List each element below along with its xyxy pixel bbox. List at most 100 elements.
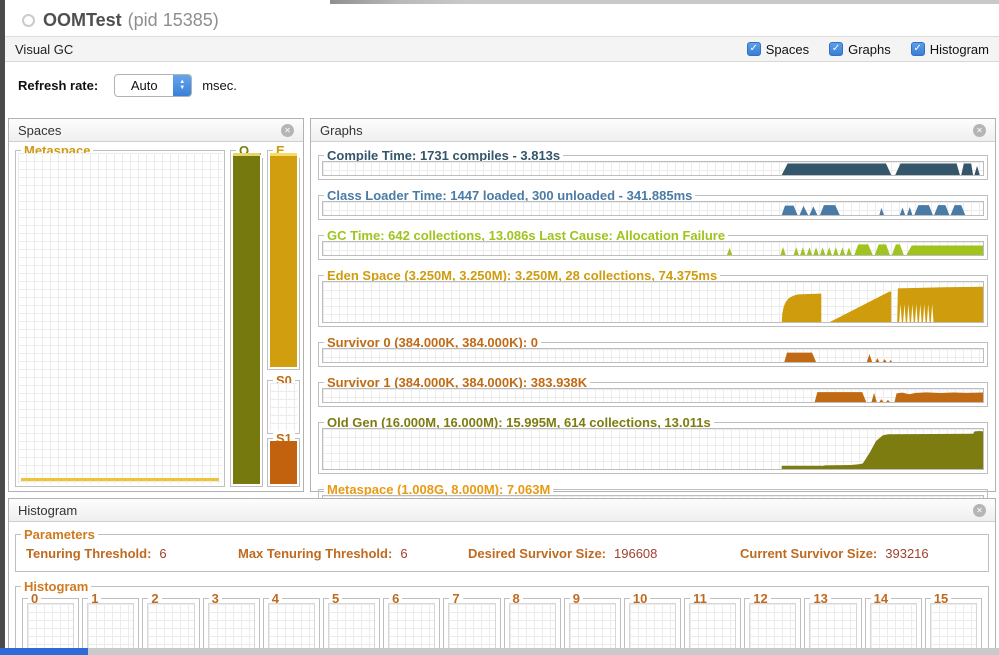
chevron-down-icon: ▼ [179, 85, 185, 91]
histogram-bin-13: 13 [804, 598, 861, 655]
histogram-bin-12: 12 [744, 598, 801, 655]
histogram-bin-9: 9 [564, 598, 621, 655]
spaces-panel: Spaces ✕ Metaspace O… E… S0 [8, 118, 304, 492]
refresh-rate-select[interactable]: Auto ▲ ▼ [114, 74, 192, 97]
process-pid: (pid 15385) [128, 10, 219, 31]
stepper-icon[interactable]: ▲ ▼ [173, 75, 191, 96]
histogram-bin-8: 8 [504, 598, 561, 655]
histogram-bin-5: 5 [323, 598, 380, 655]
survivor0-space-group: S0 [267, 380, 300, 434]
class-loader-graph-group: Class Loader Time: 1447 loaded, 300 unlo… [318, 195, 988, 220]
histogram-panel-title: Histogram [18, 503, 77, 518]
max-tenuring-threshold-param: Max Tenuring Threshold: 6 [238, 546, 468, 561]
tenuring-threshold-value: 6 [159, 546, 166, 561]
histogram-bin-4: 4 [263, 598, 320, 655]
survivor0-space-chart [270, 383, 297, 431]
process-status-icon [22, 14, 35, 27]
checkbox-checked-icon[interactable]: ✓ [829, 42, 843, 56]
old-gen-graph [322, 428, 984, 470]
graphs-panel-header: Graphs ✕ [311, 119, 995, 142]
histogram-bin-0: 0 [22, 598, 79, 655]
parameters-group: Parameters Tenuring Threshold: 6 Max Ten… [15, 534, 989, 572]
eden-space-graph-group: Eden Space (3.250M, 3.250M): 3.250M, 28 … [318, 275, 988, 327]
close-icon[interactable]: ✕ [973, 124, 986, 137]
spaces-checkbox-item[interactable]: ✓ Spaces [747, 42, 809, 57]
close-icon[interactable]: ✕ [973, 504, 986, 517]
histogram-bin-6: 6 [383, 598, 440, 655]
old-space-group: O… [230, 150, 263, 487]
max-tenuring-threshold-label: Max Tenuring Threshold: [238, 546, 392, 561]
survivor0-graph-group: Survivor 0 (384.000K, 384.000K): 0 [318, 342, 988, 367]
tenuring-threshold-param: Tenuring Threshold: 6 [26, 546, 238, 561]
graphs-checkbox-item[interactable]: ✓ Graphs [829, 42, 891, 57]
close-icon[interactable]: ✕ [281, 124, 294, 137]
parameters-group-title: Parameters [21, 527, 98, 542]
class-loader-graph [322, 201, 984, 216]
compile-time-graph [322, 161, 984, 176]
metaspace-space-group: Metaspace [15, 150, 225, 487]
refresh-rate-unit: msec. [202, 78, 237, 93]
visualvm-window: OOMTest (pid 15385) Visual GC ✓ Spaces ✓… [0, 0, 999, 655]
current-survivor-size-label: Current Survivor Size: [740, 546, 877, 561]
view-toggles: ✓ Spaces ✓ Graphs ✓ Histogram [747, 42, 989, 57]
window-left-edge [0, 0, 5, 655]
gc-time-graph [322, 241, 984, 256]
spaces-panel-title: Spaces [18, 123, 61, 138]
graphs-panel: Graphs ✕ Compile Time: 1731 compiles - 3… [310, 118, 996, 492]
spaces-checkbox-label: Spaces [766, 42, 809, 57]
app-title-bar: OOMTest (pid 15385) [5, 6, 219, 34]
checkbox-checked-icon[interactable]: ✓ [747, 42, 761, 56]
max-tenuring-threshold-value: 6 [400, 546, 407, 561]
eden-space-graph [322, 281, 984, 323]
histogram-bin-14: 14 [865, 598, 922, 655]
desired-survivor-size-param: Desired Survivor Size: 196608 [468, 546, 740, 561]
histogram-bin-2: 2 [142, 598, 199, 655]
histogram-checkbox-label: Histogram [930, 42, 989, 57]
gc-time-graph-group: GC Time: 642 collections, 13.086s Last C… [318, 235, 988, 260]
histogram-group: Histogram 0 1 2 3 4 5 6 7 8 9 10 11 12 1… [15, 586, 989, 655]
histogram-bin-7: 7 [443, 598, 500, 655]
bottom-edge-bar [0, 648, 999, 655]
bottom-edge-accent [0, 648, 88, 655]
checkbox-checked-icon[interactable]: ✓ [911, 42, 925, 56]
old-space-bar-top [233, 153, 260, 156]
histogram-bin-1: 1 [82, 598, 139, 655]
survivor0-graph [322, 348, 984, 363]
histogram-content: Parameters Tenuring Threshold: 6 Max Ten… [9, 534, 995, 655]
eden-space-group: E… [267, 150, 300, 370]
refresh-rate-value[interactable]: Auto [115, 75, 173, 96]
metaspace-used-bar [21, 478, 219, 481]
refresh-rate-label: Refresh rate: [18, 78, 98, 93]
histogram-bin-10: 10 [624, 598, 681, 655]
old-space-bar [233, 153, 260, 484]
eden-space-bar [270, 153, 297, 367]
compile-time-graph-group: Compile Time: 1731 compiles - 3.813s [318, 155, 988, 180]
spaces-panel-header: Spaces ✕ [9, 119, 303, 142]
graphs-content: Compile Time: 1731 compiles - 3.813s Cla… [311, 142, 995, 528]
histogram-bin-11: 11 [684, 598, 741, 655]
visualgc-toolbar: Visual GC ✓ Spaces ✓ Graphs ✓ Histogram [5, 36, 999, 62]
parameters-row: Tenuring Threshold: 6 Max Tenuring Thres… [16, 535, 988, 571]
histogram-bins: 0 1 2 3 4 5 6 7 8 9 10 11 12 13 14 15 [16, 587, 988, 655]
window-top-edge [330, 0, 999, 4]
survivor1-space-bar [270, 441, 297, 484]
eden-space-bar-top [270, 153, 297, 156]
tenuring-threshold-label: Tenuring Threshold: [26, 546, 151, 561]
desired-survivor-size-value: 196608 [614, 546, 657, 561]
desired-survivor-size-label: Desired Survivor Size: [468, 546, 606, 561]
spaces-content: Metaspace O… E… S0 S1 [9, 142, 303, 492]
old-gen-graph-group: Old Gen (16.000M, 16.000M): 15.995M, 614… [318, 422, 988, 474]
survivor1-graph-group: Survivor 1 (384.000K, 384.000K): 383.938… [318, 382, 988, 407]
histogram-bin-3: 3 [203, 598, 260, 655]
refresh-rate-row: Refresh rate: Auto ▲ ▼ msec. [5, 70, 237, 100]
tab-visual-gc[interactable]: Visual GC [15, 42, 73, 57]
histogram-panel-header: Histogram ✕ [9, 499, 995, 522]
histogram-bin-15: 15 [925, 598, 982, 655]
graphs-checkbox-label: Graphs [848, 42, 891, 57]
histogram-checkbox-item[interactable]: ✓ Histogram [911, 42, 989, 57]
histogram-panel: Histogram ✕ Parameters Tenuring Threshol… [8, 498, 996, 655]
page-title: OOMTest [43, 10, 122, 31]
metaspace-space-chart [18, 153, 222, 484]
survivor1-graph [322, 388, 984, 403]
graphs-panel-title: Graphs [320, 123, 363, 138]
